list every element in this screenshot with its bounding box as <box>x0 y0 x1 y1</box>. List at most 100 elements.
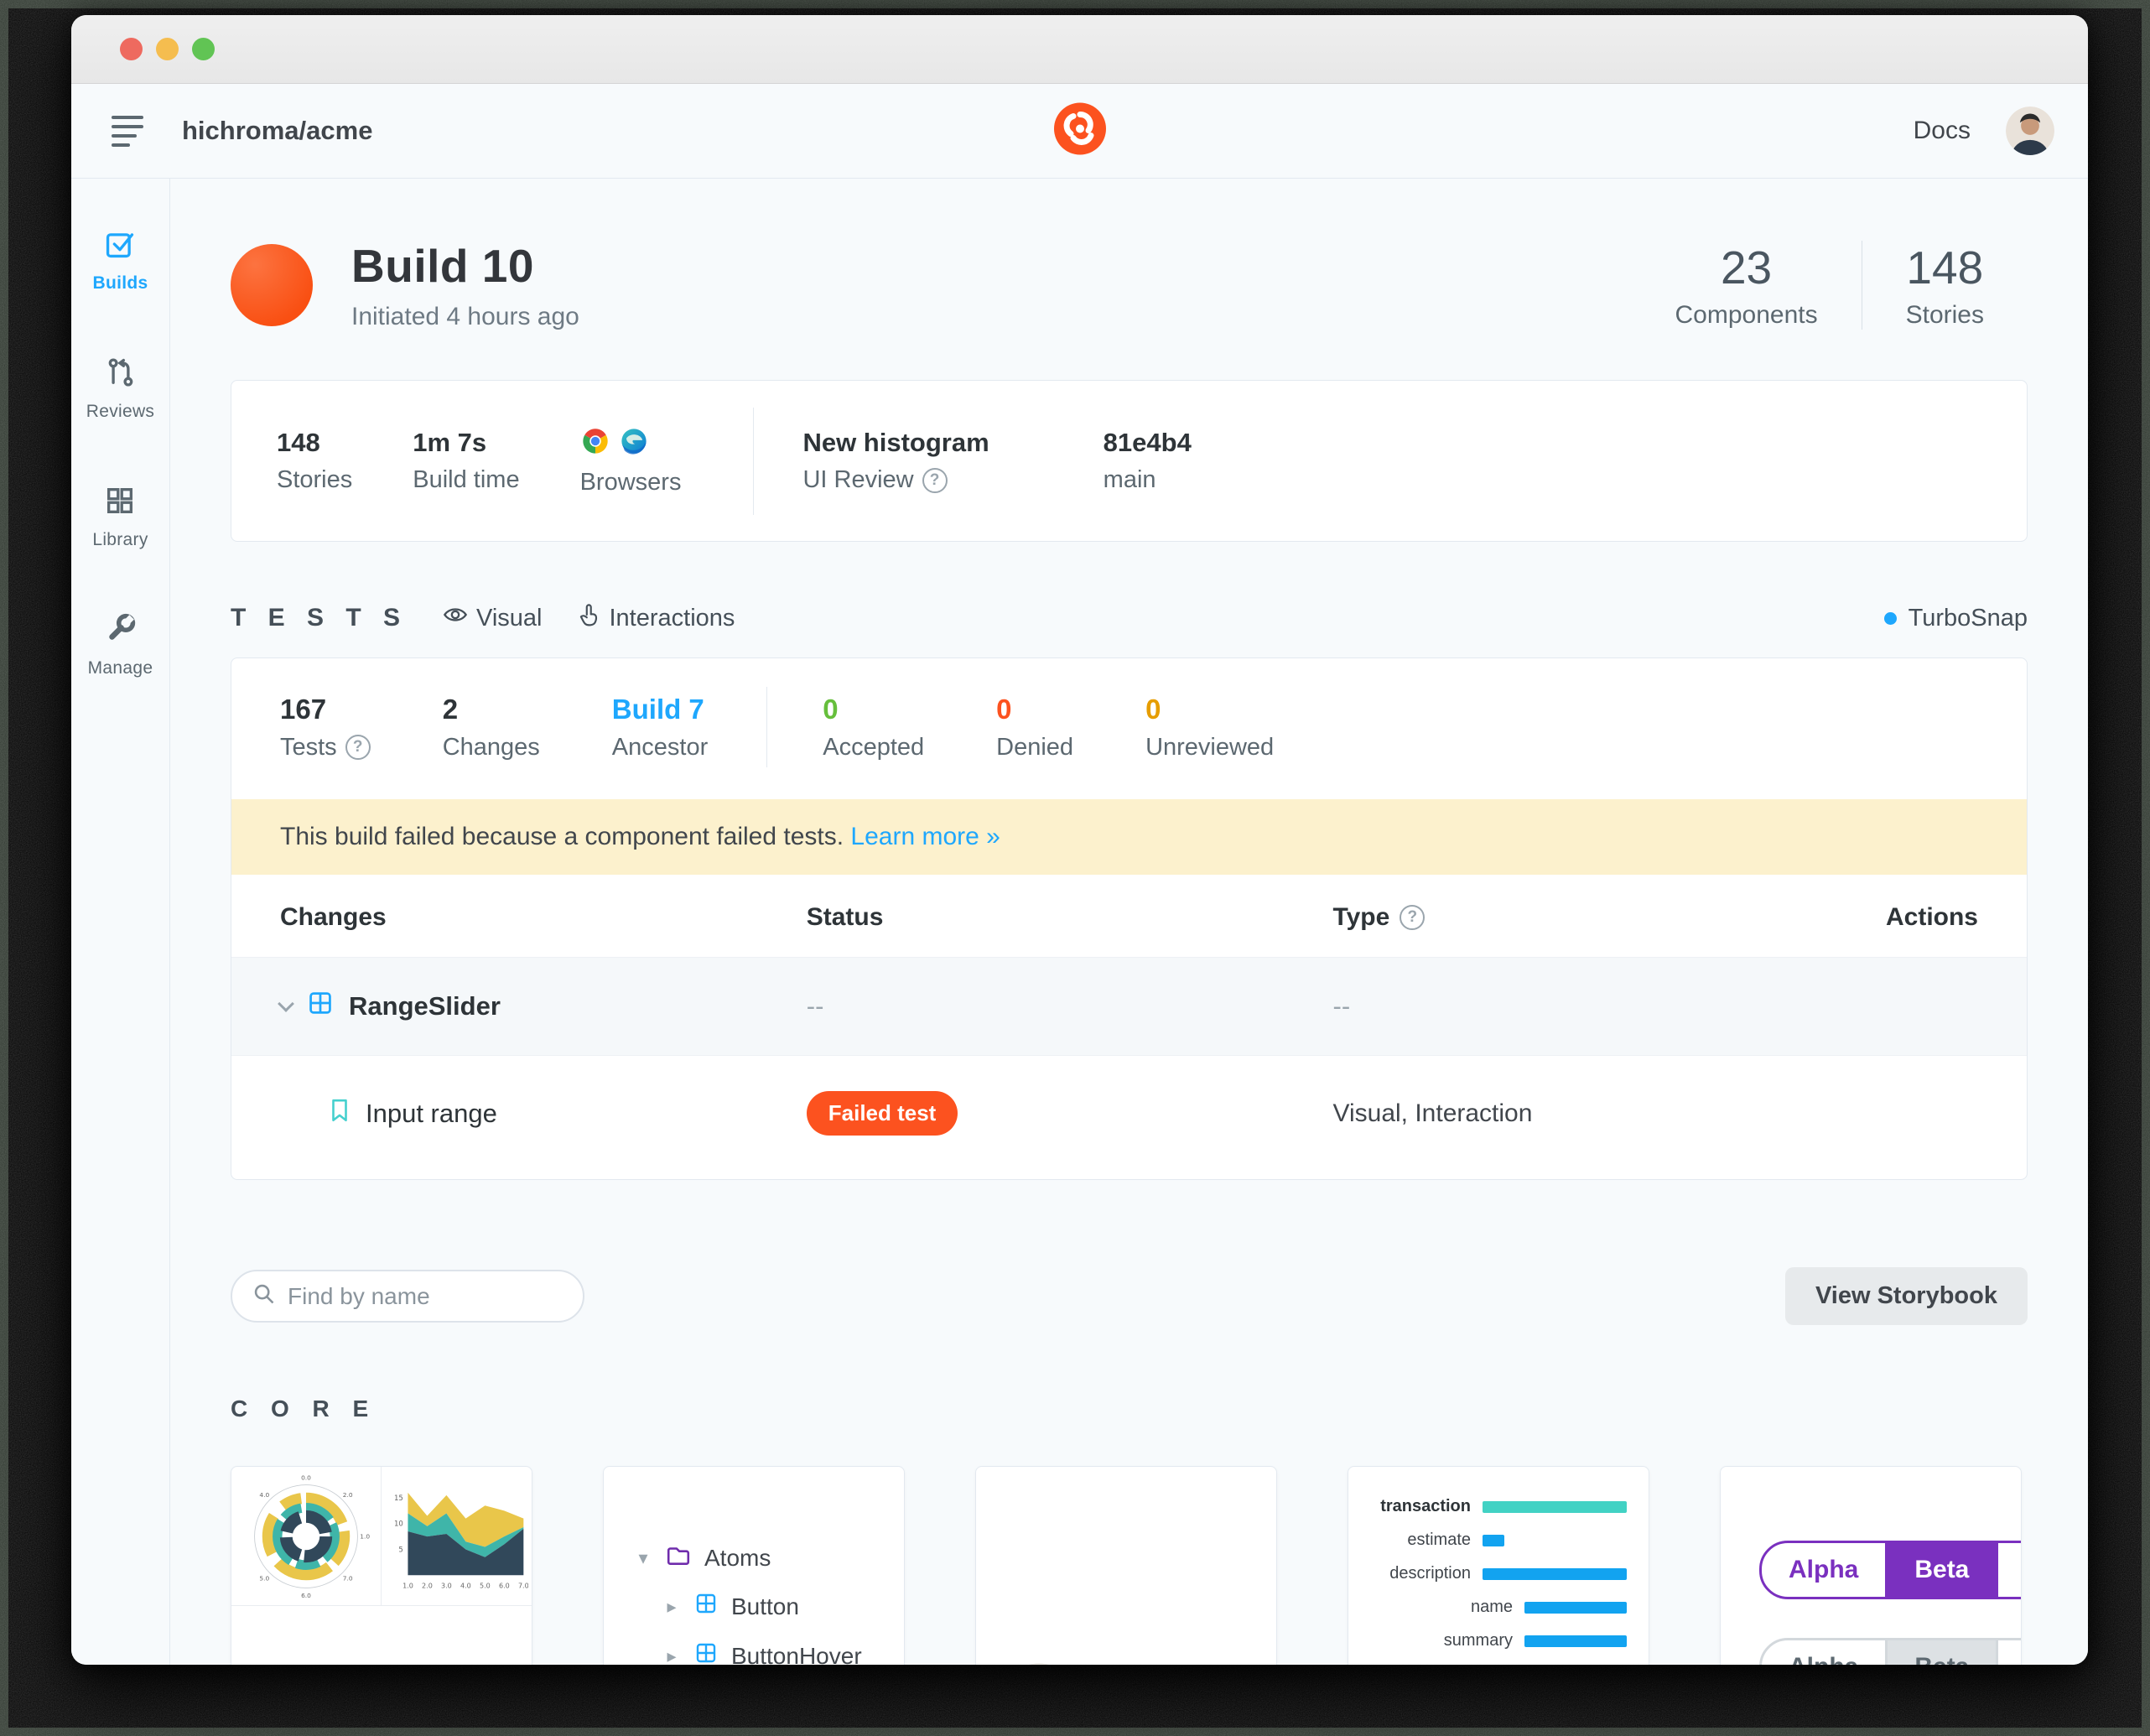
svg-text:6.0: 6.0 <box>301 1591 311 1598</box>
snapshot-card-schema[interactable]: transaction estimate description name summar… <box>1348 1466 1649 1665</box>
sidebar-item-builds[interactable]: Builds <box>93 227 148 294</box>
svg-text:5.0: 5.0 <box>259 1574 269 1582</box>
snapshot-card-tree[interactable]: ▾ Atoms ▸ Button ▸ ButtonHover <box>603 1466 905 1665</box>
sidebar-item-library[interactable]: Library <box>92 484 148 550</box>
story-name: Input range <box>366 1098 497 1128</box>
snapshot-card-user[interactable]: Tom Coleman domyen <box>975 1466 1277 1665</box>
snapshot-card-charts[interactable]: 0.0 2.0 1.0 7.0 6.0 5.0 4.0 5 10 15 1.0 2.0 3.0 4.0 5… <box>231 1466 532 1665</box>
review-title-link[interactable]: New histogram <box>802 428 989 458</box>
ancestor-link[interactable]: Build 7 <box>612 694 708 725</box>
svg-text:2.0: 2.0 <box>343 1490 353 1498</box>
turbosnap-dot-icon <box>1883 611 1897 625</box>
help-icon[interactable]: ? <box>922 467 948 493</box>
sidebar-item-reviews[interactable]: Reviews <box>86 356 154 422</box>
col-status: Status <box>806 903 884 931</box>
build-summary-card: 148 Stories 1m 7s Build time Browsers Ne… <box>231 380 2028 542</box>
main-content: Build 10 Initiated 4 hours ago 23 Compon… <box>170 179 2088 1665</box>
area-chart-thumbnail: 5 10 15 1.0 2.0 3.0 4.0 5.0 6.0 7.0 <box>382 1467 532 1606</box>
segmented-control-primary: Alpha Beta Gamma <box>1759 1541 2021 1599</box>
tree-item-label: ButtonHover <box>731 1642 862 1666</box>
segment-beta[interactable]: Beta <box>1885 1640 1997 1665</box>
tests-toolbar: T E S T S Visual Interactions TurboSnap <box>231 602 2028 634</box>
tree-folder-label: Atoms <box>704 1544 771 1571</box>
finder-row: View Storybook <box>231 1267 2028 1325</box>
chevron-down-icon: ▾ <box>638 1546 648 1568</box>
chrome-icon <box>580 426 610 460</box>
turbosnap-indicator[interactable]: TurboSnap <box>1883 605 2028 632</box>
tree-item-row[interactable]: ▸ ButtonHover <box>662 1641 904 1666</box>
snapshot-card-segmented[interactable]: Alpha Beta Gamma Alpha Beta Gamma <box>1720 1466 2022 1665</box>
svg-text:15: 15 <box>393 1494 402 1502</box>
col-changes: Changes <box>280 903 387 931</box>
table-row-story[interactable]: Input range Failed test Visual, Interact… <box>231 1056 2027 1179</box>
segment-alpha[interactable]: Alpha <box>1762 1640 1885 1665</box>
interactions-toggle[interactable]: Interactions <box>578 603 735 633</box>
help-icon[interactable]: ? <box>1400 905 1426 930</box>
component-icon <box>694 1641 718 1665</box>
tree-item-row[interactable]: ▸ Button <box>662 1592 904 1621</box>
library-grid-icon <box>103 484 137 522</box>
learn-more-link[interactable]: Learn more » <box>850 823 1000 850</box>
sidebar-item-label: Reviews <box>86 402 155 421</box>
denied-count: 0 Denied <box>996 693 1074 761</box>
svg-text:2.0: 2.0 <box>422 1582 433 1589</box>
segment-gamma[interactable]: Gamma <box>1996 1640 2021 1665</box>
help-icon[interactable]: ? <box>345 735 371 760</box>
builds-check-icon <box>103 227 137 265</box>
build-failed-banner: This build failed because a component fa… <box>231 799 2027 875</box>
user-avatar[interactable] <box>2006 107 2054 155</box>
search-box[interactable] <box>231 1270 584 1323</box>
svg-text:5.0: 5.0 <box>479 1582 490 1589</box>
table-row-component[interactable]: RangeSlider -- -- <box>231 958 2027 1056</box>
svg-text:5: 5 <box>398 1546 402 1554</box>
commit-hash-link[interactable]: 81e4b4 <box>1104 428 1192 458</box>
schema-row: estimate <box>1357 1531 1627 1550</box>
svg-text:4.0: 4.0 <box>460 1582 471 1589</box>
search-input[interactable] <box>288 1282 563 1310</box>
zoom-icon[interactable] <box>192 38 215 60</box>
minimize-icon[interactable] <box>156 38 179 60</box>
view-storybook-button[interactable]: View Storybook <box>1784 1267 2028 1325</box>
sidebar: Builds Reviews Library Manage <box>71 179 170 1665</box>
ancestor-build: Build 7 Ancestor <box>611 693 709 761</box>
org-breadcrumb[interactable]: hichroma/acme <box>182 116 372 146</box>
col-actions: Actions <box>1885 903 1978 931</box>
build-header: Build 10 Initiated 4 hours ago 23 Compon… <box>231 239 2028 331</box>
app-window: hichroma/acme Docs Builds Reviews Librar… <box>71 15 2088 1665</box>
component-name: RangeSlider <box>349 991 501 1021</box>
svg-text:10: 10 <box>393 1520 402 1528</box>
tree-folder-row[interactable]: ▾ Atoms <box>634 1544 904 1572</box>
sidebar-item-manage[interactable]: Manage <box>88 612 153 678</box>
tests-stats-row: 167 Tests ? 2 Changes Build 7 Ancestor 0… <box>231 658 2027 799</box>
divider <box>753 407 755 515</box>
chromatic-logo[interactable] <box>1053 102 1107 160</box>
edge-icon <box>619 426 649 460</box>
pointer-icon <box>578 603 601 633</box>
segment-alpha[interactable]: Alpha <box>1762 1543 1885 1597</box>
reviews-compare-icon <box>104 356 138 393</box>
close-icon[interactable] <box>120 38 143 60</box>
schema-row: description <box>1357 1564 1627 1583</box>
unreviewed-count: 0 Unreviewed <box>1145 693 1275 761</box>
hamburger-icon[interactable] <box>112 114 150 148</box>
window-titlebar <box>71 15 2088 84</box>
page-title: Build 10 <box>351 240 534 292</box>
build-status-avatar <box>231 244 313 326</box>
chevron-down-icon[interactable] <box>278 995 294 1012</box>
docs-link[interactable]: Docs <box>1914 117 1971 145</box>
tests-heading: T E S T S <box>231 604 408 632</box>
changes-count: 2 Changes <box>442 693 540 761</box>
segment-beta[interactable]: Beta <box>1885 1543 1997 1597</box>
core-section-heading: C O R E <box>231 1396 377 1422</box>
bookmark-icon <box>329 1098 351 1130</box>
segment-gamma[interactable]: Gamma <box>1996 1543 2021 1597</box>
folder-icon <box>666 1544 691 1572</box>
summary-browsers: Browsers <box>580 426 681 496</box>
svg-text:0.0: 0.0 <box>301 1474 311 1481</box>
schema-bars: transaction estimate description name summar… <box>1357 1497 1627 1665</box>
status-badge: Failed test <box>806 1091 958 1136</box>
visual-toggle[interactable]: Visual <box>443 602 543 634</box>
stories-stat: 148 Stories <box>1905 242 1984 329</box>
summary-build-time: 1m 7s Build time <box>413 428 520 493</box>
search-icon <box>252 1282 276 1310</box>
